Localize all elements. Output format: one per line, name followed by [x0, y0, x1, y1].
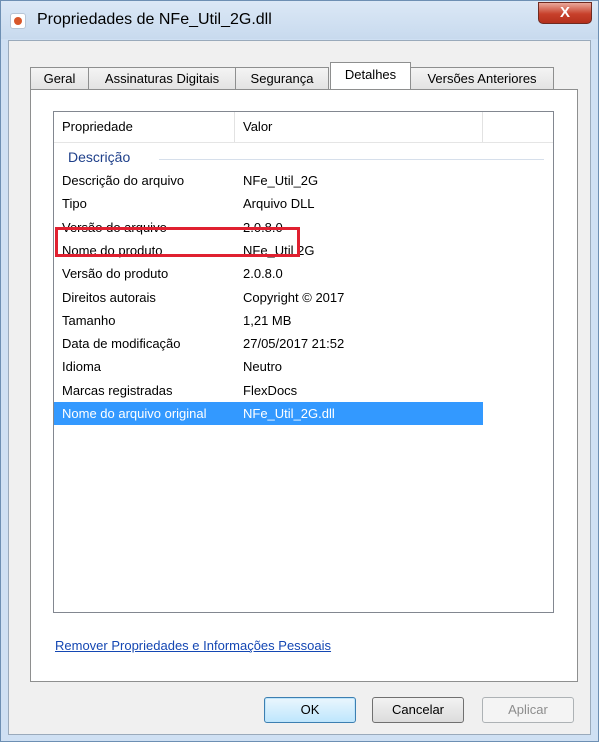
property-key: Data de modificação	[62, 336, 181, 351]
list-row[interactable]: Tamanho 1,21 MB	[54, 309, 483, 332]
property-key: Descrição do arquivo	[62, 173, 185, 188]
list-header: Propriedade Valor	[54, 112, 553, 143]
apply-button[interactable]: Aplicar	[482, 697, 574, 723]
tab-seguranca[interactable]: Segurança	[235, 67, 329, 89]
property-value: Arquivo DLL	[243, 196, 315, 211]
property-key: Tamanho	[62, 313, 116, 328]
property-value: 27/05/2017 21:52	[243, 336, 345, 351]
list-row[interactable]: Descrição do arquivo NFe_Util_2G	[54, 169, 483, 192]
property-key: Tipo	[62, 196, 87, 211]
property-key: Nome do arquivo original	[62, 406, 207, 421]
property-value: 1,21 MB	[243, 313, 292, 328]
tab-detalhes[interactable]: Detalhes	[330, 62, 411, 89]
cancel-button[interactable]: Cancelar	[372, 697, 464, 723]
list-row[interactable]: Versão do produto 2.0.8.0	[54, 262, 483, 285]
remove-properties-link[interactable]: Remover Propriedades e Informações Pesso…	[55, 638, 331, 653]
close-button[interactable]: X	[538, 2, 592, 24]
list-row-selected[interactable]: Nome do arquivo original NFe_Util_2G.dll	[54, 402, 483, 425]
tab-versoes-anteriores[interactable]: Versões Anteriores	[410, 67, 554, 89]
list-row[interactable]: Tipo Arquivo DLL	[54, 192, 483, 215]
property-value: Neutro	[243, 359, 283, 374]
list-row[interactable]: Marcas registradas FlexDocs	[54, 379, 483, 402]
column-header-property[interactable]: Propriedade	[62, 112, 133, 142]
list-row[interactable]: Direitos autorais Copyright © 2017	[54, 286, 483, 309]
title-bar[interactable]: Propriedades de NFe_Util_2G.dll X	[1, 1, 598, 39]
column-separator[interactable]	[482, 112, 483, 142]
property-value: NFe_Util_2G.dll	[243, 406, 335, 421]
property-key: Marcas registradas	[62, 383, 173, 398]
property-key: Versão do produto	[62, 266, 169, 281]
highlight-box-file-version	[55, 227, 300, 257]
tab-geral[interactable]: Geral	[30, 67, 89, 89]
tab-assinaturas-digitais[interactable]: Assinaturas Digitais	[88, 67, 236, 89]
property-value: NFe_Util_2G	[243, 173, 319, 188]
app-icon	[10, 13, 26, 29]
property-value: FlexDocs	[243, 383, 298, 398]
column-header-value[interactable]: Valor	[243, 112, 272, 142]
ok-button[interactable]: OK	[264, 697, 356, 723]
property-key: Idioma	[62, 359, 102, 374]
property-value: 2.0.8.0	[243, 266, 283, 281]
list-row[interactable]: Idioma Neutro	[54, 355, 483, 378]
window-title: Propriedades de NFe_Util_2G.dll	[37, 11, 272, 28]
list-row[interactable]: Data de modificação 27/05/2017 21:52	[54, 332, 483, 355]
details-list[interactable]: Propriedade Valor Descrição Descrição do…	[53, 111, 554, 613]
group-label-descricao: Descrição	[68, 149, 131, 165]
column-separator[interactable]	[234, 112, 235, 142]
property-value: Copyright © 2017	[243, 290, 345, 305]
property-key: Direitos autorais	[62, 290, 156, 305]
group-divider	[159, 159, 544, 160]
